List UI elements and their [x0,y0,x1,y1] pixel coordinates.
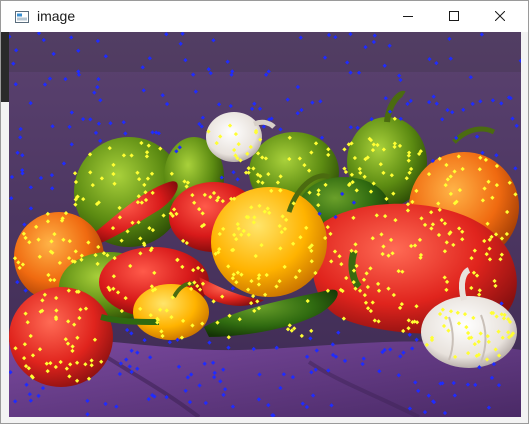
yellow-pepper-center [211,187,327,297]
right-window-margin [521,32,528,423]
yellow-pepper-small [133,284,209,340]
image-canvas[interactable] [9,32,521,417]
minimize-button[interactable] [385,1,431,32]
maximize-icon [449,8,459,26]
title-bar[interactable]: image [1,1,528,32]
left-edge-strip [1,32,9,102]
peppers-image [9,32,521,417]
app-window-icon [15,10,29,23]
close-button[interactable] [477,1,523,32]
minimize-icon [403,8,413,26]
close-icon [494,8,506,26]
image-window: image [0,0,529,424]
garlic-top [206,112,262,162]
maximize-button[interactable] [431,1,477,32]
bottom-window-margin [1,417,528,423]
red-pepper-bottom-left [9,287,113,387]
window-title: image [37,8,76,24]
